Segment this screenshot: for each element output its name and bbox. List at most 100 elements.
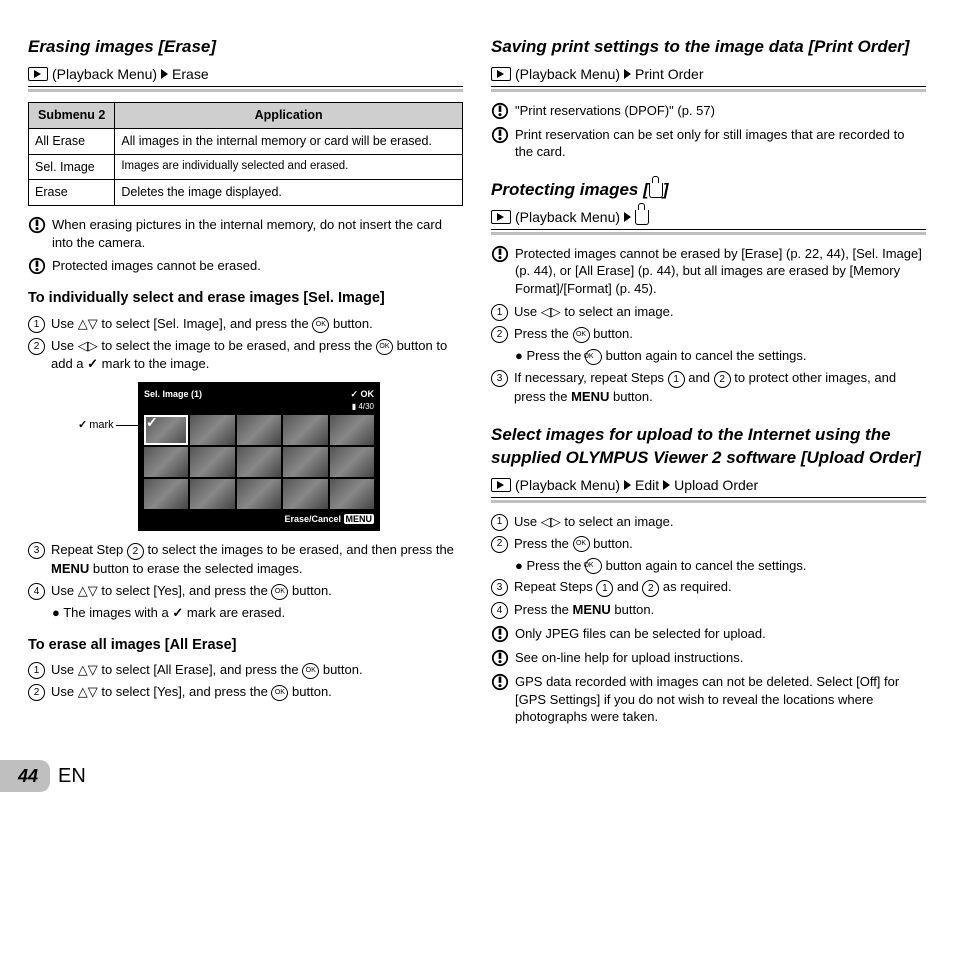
step: 3 Repeat Step 2 to select the images to … bbox=[28, 541, 463, 578]
step: 1 Use ◁▷ to select an image. bbox=[491, 513, 926, 531]
step: 4 Use △▽ to select [Yes], and press the … bbox=[28, 582, 463, 600]
step-text: Use △▽ to select [Yes], and press the OK… bbox=[51, 683, 332, 701]
lcd-count: ▮ 4/30 bbox=[144, 402, 374, 413]
caution-icon bbox=[491, 102, 509, 120]
crumb-text: (Playback Menu) bbox=[515, 65, 620, 84]
lcd-ok: ✓ OK bbox=[350, 388, 374, 400]
left-right-icon: ◁▷ bbox=[78, 338, 98, 353]
note-text: Only JPEG files can be selected for uplo… bbox=[515, 625, 766, 643]
note-text: "Print reservations (DPOF)" (p. 57) bbox=[515, 102, 715, 120]
ok-button-icon: OK bbox=[573, 536, 590, 552]
ok-button-icon: OK bbox=[312, 317, 329, 333]
step: 2 Press the OK button. bbox=[491, 535, 926, 553]
note-text: Protected images cannot be erased. bbox=[52, 257, 261, 275]
bullet: ● Press the OK button again to cancel th… bbox=[515, 347, 926, 365]
step: 1 Use △▽ to select [Sel. Image], and pre… bbox=[28, 315, 463, 333]
step-text: Use △▽ to select [All Erase], and press … bbox=[51, 661, 363, 679]
ok-button-icon: OK bbox=[376, 339, 393, 355]
step: 3 If necessary, repeat Steps 1 and 2 to … bbox=[491, 369, 926, 406]
crumb-text: Edit bbox=[635, 476, 659, 495]
note-text: When erasing pictures in the internal me… bbox=[52, 216, 463, 251]
caution-icon bbox=[491, 673, 509, 691]
step-number-icon: 1 bbox=[491, 304, 508, 321]
ok-button-icon: OK bbox=[271, 584, 288, 600]
step-number-icon: 1 bbox=[28, 662, 45, 679]
note-text: Print reservation can be set only for st… bbox=[515, 126, 926, 161]
step-text: Use ◁▷ to select an image. bbox=[514, 303, 673, 321]
page-footer: 44 EN bbox=[28, 760, 926, 792]
note-text: GPS data recorded with images can not be… bbox=[515, 673, 926, 726]
ok-button-icon: OK bbox=[585, 558, 602, 574]
step-text: Use △▽ to select [Yes], and press the OK… bbox=[51, 582, 332, 600]
lcd-footer: Erase/Cancel MENU bbox=[144, 513, 374, 525]
note: GPS data recorded with images can not be… bbox=[491, 673, 926, 726]
caution-icon bbox=[491, 649, 509, 667]
bullet: ● The images with a ✓ mark are erased. bbox=[52, 604, 463, 622]
step-number-icon: 2 bbox=[491, 536, 508, 553]
step-text: Use ◁▷ to select the image to be erased,… bbox=[51, 337, 463, 372]
check-icon: ✓ bbox=[172, 605, 183, 620]
caution-icon bbox=[491, 625, 509, 643]
crumb-text: Erase bbox=[172, 65, 209, 84]
playback-icon bbox=[491, 210, 511, 224]
step-text: Press the MENU button. bbox=[514, 601, 654, 619]
step-text: Repeat Steps 1 and 2 as required. bbox=[514, 578, 732, 597]
note: "Print reservations (DPOF)" (p. 57) bbox=[491, 102, 926, 120]
crumb-text: Print Order bbox=[635, 65, 703, 84]
ok-button-icon: OK bbox=[302, 663, 319, 679]
check-icon: ✓ bbox=[87, 356, 98, 371]
step-number-icon: 2 bbox=[491, 326, 508, 343]
step-number-icon: 4 bbox=[491, 602, 508, 619]
breadcrumb-print: (Playback Menu) Print Order bbox=[491, 65, 926, 87]
th-submenu: Submenu 2 bbox=[29, 102, 115, 128]
table-cell: Erase bbox=[29, 180, 115, 206]
playback-icon bbox=[28, 67, 48, 81]
step: 3 Repeat Steps 1 and 2 as required. bbox=[491, 578, 926, 597]
note: When erasing pictures in the internal me… bbox=[28, 216, 463, 251]
step-text: Press the OK button. bbox=[514, 535, 633, 553]
caution-icon bbox=[491, 126, 509, 144]
th-application: Application bbox=[115, 102, 463, 128]
step-number-icon: 4 bbox=[28, 583, 45, 600]
chevron-right-icon bbox=[624, 69, 631, 79]
chevron-right-icon bbox=[624, 212, 631, 222]
note: Only JPEG files can be selected for uplo… bbox=[491, 625, 926, 643]
step-text: Repeat Step 2 to select the images to be… bbox=[51, 541, 463, 578]
caution-icon bbox=[28, 216, 46, 234]
caution-icon bbox=[491, 245, 509, 263]
note: Protected images cannot be erased by [Er… bbox=[491, 245, 926, 298]
step-number-icon: 2 bbox=[28, 684, 45, 701]
heading-upload: Select images for upload to the Internet… bbox=[491, 424, 926, 470]
step: 2 Press the OK button. bbox=[491, 325, 926, 343]
heading-all-erase: To erase all images [All Erase] bbox=[28, 636, 463, 656]
ok-button-icon: OK bbox=[271, 685, 288, 701]
step-text: If necessary, repeat Steps 1 and 2 to pr… bbox=[514, 369, 926, 406]
table-cell: Sel. Image bbox=[29, 154, 115, 180]
step: 2 Use ◁▷ to select the image to be erase… bbox=[28, 337, 463, 372]
chevron-right-icon bbox=[161, 69, 168, 79]
bullet: ● Press the OK button again to cancel th… bbox=[515, 557, 926, 575]
language-code: EN bbox=[58, 763, 86, 790]
lcd-preview: ✓mark Sel. Image (1) ✓ OK ▮ 4/30 Erase/C… bbox=[138, 382, 380, 531]
note: Print reservation can be set only for st… bbox=[491, 126, 926, 161]
key-icon bbox=[635, 210, 649, 225]
up-down-icon: △▽ bbox=[78, 583, 98, 598]
crumb-text: (Playback Menu) bbox=[515, 476, 620, 495]
chevron-right-icon bbox=[624, 480, 631, 490]
ok-button-icon: OK bbox=[585, 349, 602, 365]
crumb-text: (Playback Menu) bbox=[52, 65, 157, 84]
playback-icon bbox=[491, 67, 511, 81]
crumb-text: (Playback Menu) bbox=[515, 208, 620, 227]
heading-erase: Erasing images [Erase] bbox=[28, 36, 463, 59]
left-right-icon: ◁▷ bbox=[541, 514, 561, 529]
mark-label: ✓mark bbox=[78, 418, 140, 433]
right-column: Saving print settings to the image data … bbox=[491, 30, 926, 732]
table-cell: All images in the internal memory or car… bbox=[115, 128, 463, 154]
ok-button-icon: OK bbox=[573, 327, 590, 343]
step: 2 Use △▽ to select [Yes], and press the … bbox=[28, 683, 463, 701]
left-column: Erasing images [Erase] (Playback Menu) E… bbox=[28, 30, 463, 732]
playback-icon bbox=[491, 478, 511, 492]
page-number: 44 bbox=[0, 760, 50, 792]
breadcrumb-protect: (Playback Menu) bbox=[491, 208, 926, 230]
step-number-icon: 3 bbox=[28, 542, 45, 559]
